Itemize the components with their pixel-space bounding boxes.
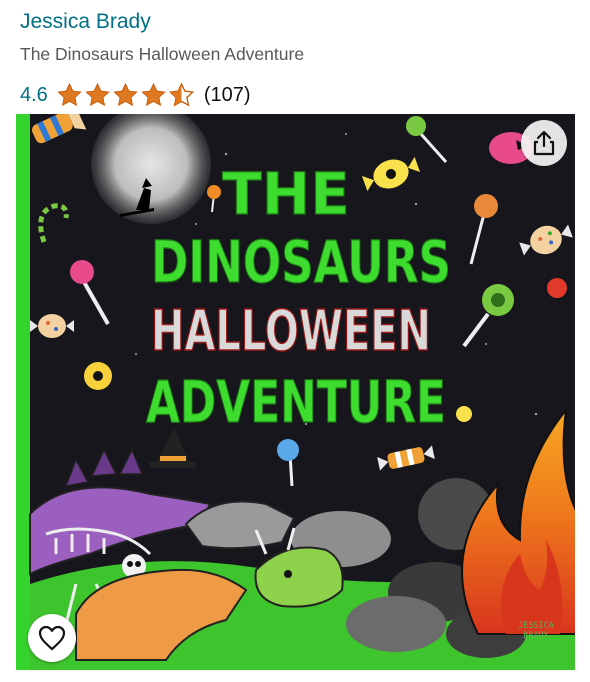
- star-full-icon: [113, 82, 138, 107]
- cover-corner-author-1: JESSICA: [518, 621, 554, 631]
- cover-title-line1: THE: [222, 160, 350, 228]
- cover-title-line3: HALLOWEEN: [151, 299, 431, 364]
- heart-icon: [38, 625, 66, 651]
- author-link[interactable]: Jessica Brady: [20, 10, 151, 34]
- cover-title-line4: ADVENTURE: [146, 368, 446, 436]
- share-button[interactable]: [521, 120, 567, 166]
- star-full-icon: [85, 82, 110, 107]
- product-image[interactable]: THE DINOSAURS HALLOWEEN ADVENTURE JESSIC…: [16, 114, 575, 670]
- star-half-icon: [168, 82, 194, 107]
- star-rating[interactable]: [56, 82, 196, 108]
- cover-title-line2: DINOSAURS: [151, 228, 451, 296]
- rating-row[interactable]: 4.6 (107): [20, 81, 251, 109]
- review-count-link[interactable]: (107): [204, 84, 251, 107]
- book-title: The Dinosaurs Halloween Adventure: [20, 44, 305, 64]
- star-full-icon: [57, 82, 82, 107]
- wishlist-button[interactable]: [28, 614, 76, 662]
- book-cover-image: THE DINOSAURS HALLOWEEN ADVENTURE JESSIC…: [16, 114, 575, 670]
- rating-value: 4.6: [20, 83, 48, 106]
- share-icon: [533, 130, 555, 156]
- star-full-icon: [141, 82, 166, 107]
- cover-corner-author-2: BRADY: [523, 631, 549, 641]
